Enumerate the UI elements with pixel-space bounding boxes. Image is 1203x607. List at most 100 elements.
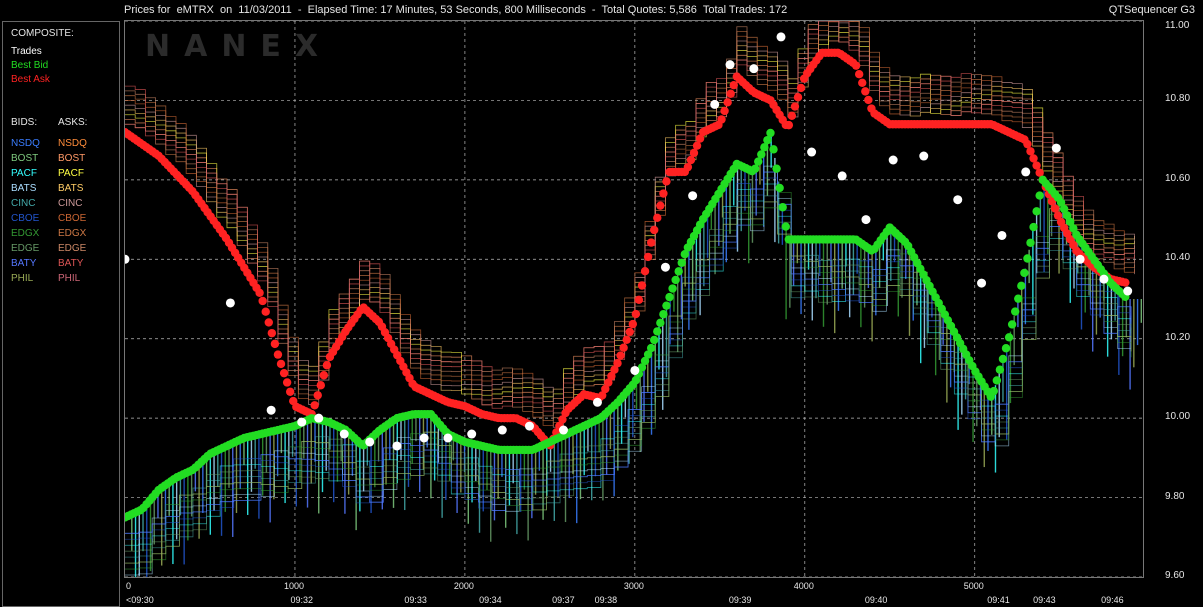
- best-ask-point: [643, 252, 653, 262]
- best-ask-point: [729, 80, 738, 90]
- best-bid-point: [781, 222, 790, 231]
- x-tick-label: 3000: [623, 581, 644, 591]
- best-ask-point: [1032, 161, 1041, 170]
- best-ask-point: [313, 391, 322, 400]
- x-tick-label: 5000: [963, 581, 984, 591]
- best-ask-point: [1023, 139, 1032, 149]
- best-ask-point: [1121, 278, 1130, 287]
- legend-bid-phil: PHIL: [11, 273, 34, 284]
- best-ask-point: [631, 309, 641, 319]
- best-ask-point: [282, 378, 292, 387]
- trade-point: [688, 191, 698, 201]
- time-label: 09:33: [404, 595, 427, 605]
- legend-bid-cboe: CBOE: [11, 213, 40, 224]
- trade-point: [807, 147, 817, 157]
- legend-ask-pacf: PACF: [58, 168, 84, 179]
- trade-point: [710, 99, 720, 109]
- ask-quote-line: [125, 21, 1135, 426]
- best-ask-point: [619, 343, 628, 352]
- time-label: 09:34: [479, 595, 502, 605]
- legend-bid-baty: BATY: [11, 258, 37, 269]
- best-bid-point: [757, 150, 766, 159]
- best-ask-point: [686, 155, 696, 165]
- time-label: 09:40: [864, 595, 888, 605]
- best-ask-point: [646, 238, 656, 247]
- legend-trades: Trades: [11, 46, 42, 57]
- best-ask-point: [692, 141, 702, 150]
- best-ask-point: [279, 368, 289, 378]
- best-bid-point: [650, 335, 659, 345]
- best-ask-point: [255, 288, 264, 298]
- trade-point: [125, 254, 130, 264]
- best-ask-point: [613, 359, 622, 368]
- time-label: 09:46: [1101, 595, 1124, 605]
- best-ask-point: [616, 351, 625, 360]
- trade-point: [1075, 254, 1085, 264]
- y-tick-label: 10.60: [1165, 172, 1191, 184]
- trade-point: [365, 437, 375, 447]
- ask-quote-line: [125, 22, 1135, 428]
- time-label: 09:38: [594, 595, 618, 605]
- best-ask-point: [276, 359, 286, 369]
- best-ask-point: [261, 307, 270, 316]
- best-ask-point: [319, 371, 329, 380]
- best-ask-point: [689, 148, 699, 158]
- best-bid-point: [775, 183, 784, 193]
- x-tick-label: 4000: [793, 581, 814, 591]
- legend-bid-pacf: PACF: [11, 168, 37, 179]
- best-bid-point: [760, 143, 769, 152]
- legend-ask-cboe: CBOE: [58, 213, 87, 224]
- best-ask-point: [264, 318, 273, 327]
- best-bid-point: [674, 267, 683, 276]
- best-bid-point: [1029, 222, 1038, 232]
- trade-point: [953, 195, 963, 205]
- trade-point: [1099, 274, 1109, 284]
- legend-ask-nsdq: NSDQ: [58, 138, 87, 149]
- legend-ask-edgx: EDGX: [58, 228, 87, 239]
- best-ask-point: [258, 296, 267, 306]
- y-tick-label: 10.00: [1165, 411, 1191, 423]
- best-bid-point: [772, 164, 781, 173]
- time-label: 09:39: [728, 595, 752, 605]
- best-ask-point: [622, 335, 631, 345]
- y-axis: 11.00 10.80 10.60 10.40 10.20 10.00 9.80 9.60: [1143, 20, 1203, 607]
- best-ask-point: [656, 201, 665, 210]
- best-bid-point: [1001, 344, 1011, 353]
- legend-bid-cinc: CINC: [11, 198, 36, 209]
- trade-point: [919, 151, 929, 161]
- legend-panel: COMPOSITE: Trades Best Bid Best Ask BIDS…: [2, 21, 120, 607]
- trade-point: [630, 365, 640, 375]
- best-ask-point: [628, 319, 638, 329]
- best-ask-point: [640, 267, 650, 276]
- best-ask-point: [720, 106, 729, 116]
- best-ask-point: [625, 327, 634, 337]
- legend-ask-cinc: CINC: [58, 198, 83, 209]
- best-ask-point: [796, 83, 806, 93]
- trade-point: [888, 155, 898, 165]
- trade-point: [861, 215, 871, 225]
- best-bid-point: [1023, 254, 1032, 263]
- product-name: QTSequencer G3: [1108, 4, 1195, 16]
- trade-point: [392, 441, 402, 451]
- ask-quote-line: [125, 21, 1135, 407]
- trade-point: [443, 433, 453, 443]
- best-bid-point: [668, 284, 677, 293]
- best-bid-point: [750, 164, 760, 173]
- y-tick-label: 9.80: [1165, 490, 1185, 502]
- best-ask-point: [653, 213, 662, 223]
- best-bid-point: [754, 157, 763, 166]
- title-bar: Prices for eMTRX on 11/03/2011 - Elapsed…: [0, 0, 1203, 20]
- best-ask-point: [793, 93, 803, 102]
- x-tick-label: 1000: [283, 581, 304, 591]
- best-ask-point: [726, 89, 735, 98]
- legend-best-bid: Best Bid: [11, 60, 49, 71]
- y-tick-label: 10.80: [1165, 93, 1191, 105]
- best-bid-point: [1010, 307, 1020, 316]
- time-label: 09:41: [987, 595, 1010, 605]
- y-tick-label: 10.20: [1165, 331, 1191, 343]
- legend-ask-edge: EDGE: [58, 243, 87, 254]
- trade-point: [749, 64, 759, 74]
- x-tick-label: 2000: [453, 581, 474, 591]
- trade-point: [997, 230, 1007, 240]
- trade-point: [776, 32, 786, 42]
